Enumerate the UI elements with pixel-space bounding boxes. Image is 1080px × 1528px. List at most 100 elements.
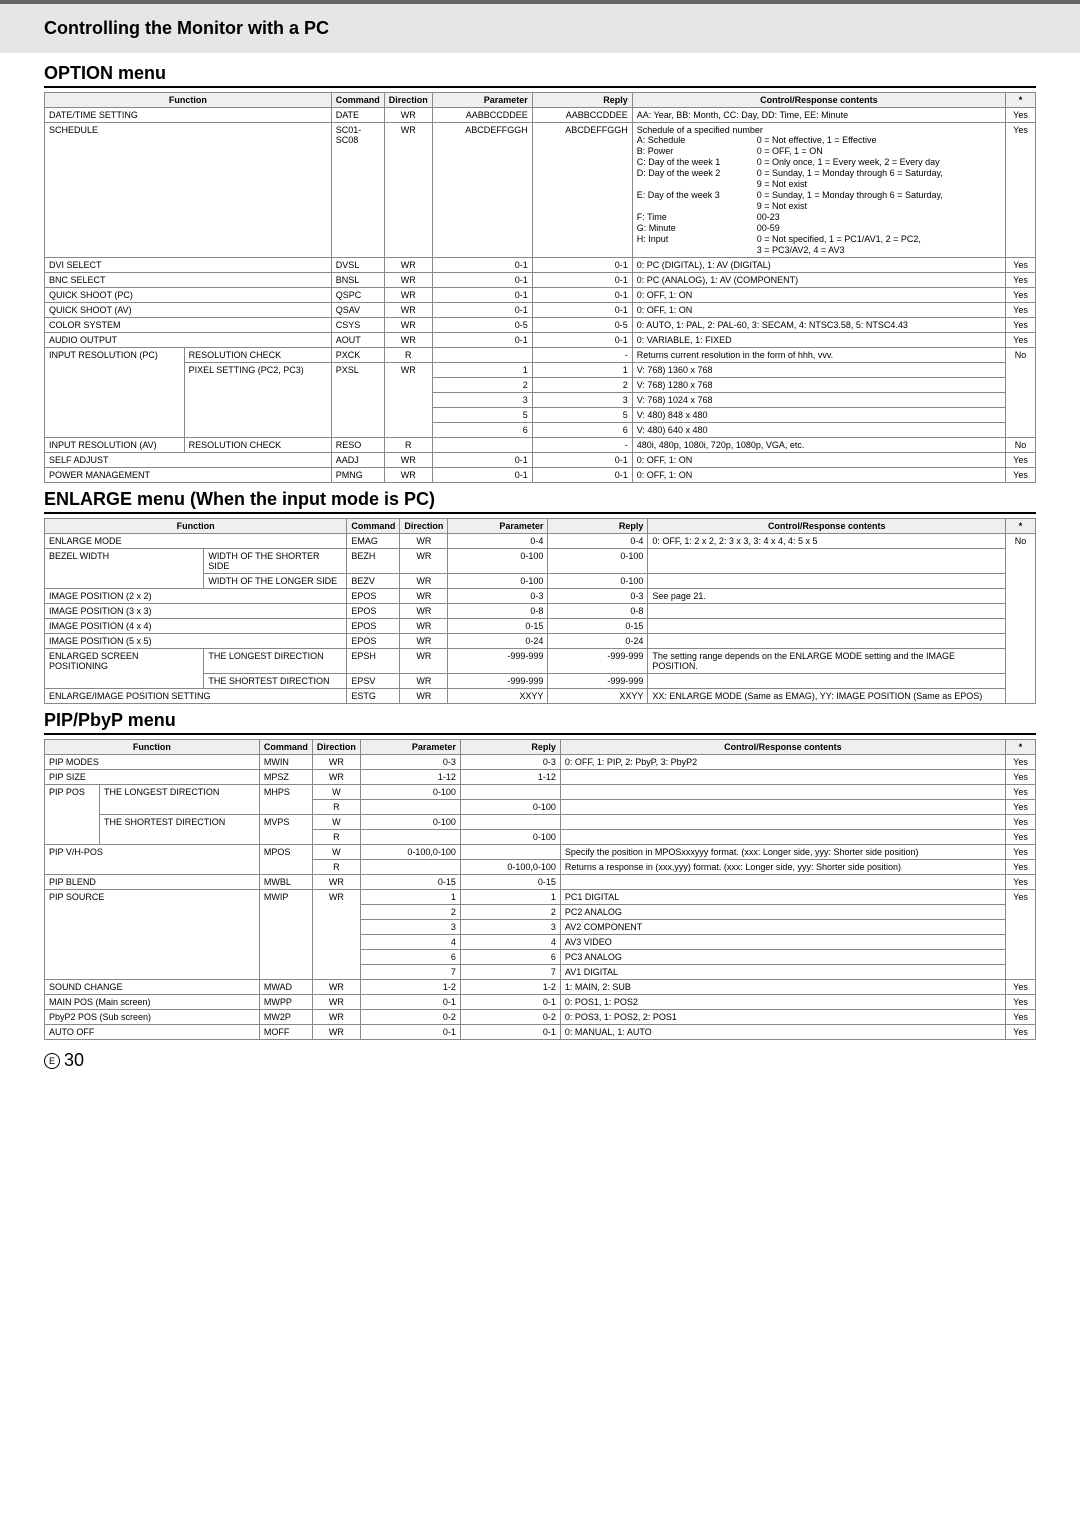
table-row: AUDIO OUTPUTAOUTWR0-10-10: VARIABLE, 1: … (45, 333, 1036, 348)
th-control: Control/Response contents (648, 519, 1006, 534)
table-row: DVI SELECTDVSLWR0-10-10: PC (DIGITAL), 1… (45, 258, 1036, 273)
cell: Yes (1006, 785, 1036, 800)
footer-e-badge: E (44, 1053, 60, 1069)
cell: Yes (1006, 303, 1036, 318)
th-function: Function (45, 93, 332, 108)
th-control: Control/Response contents (632, 93, 1005, 108)
cell: 0-1 (432, 468, 532, 483)
cell: No (1006, 534, 1036, 704)
cell: 6 (532, 423, 632, 438)
cell (360, 860, 460, 875)
cell: QUICK SHOOT (PC) (45, 288, 332, 303)
table-row: IMAGE POSITION (5 x 5)EPOSWR0-240-24 (45, 634, 1036, 649)
cell (560, 800, 1005, 815)
cell: WR (400, 674, 448, 689)
cell: BNSL (331, 273, 384, 288)
cell: EPSV (347, 674, 400, 689)
cell: MWPP (259, 995, 312, 1010)
table-row: INPUT RESOLUTION (PC)RESOLUTION CHECKPXC… (45, 348, 1036, 363)
cell: 0-1 (432, 303, 532, 318)
cell: BEZEL WIDTH (45, 549, 204, 589)
cell: EPOS (347, 634, 400, 649)
cell: 1 (432, 363, 532, 378)
cell: XXYY (548, 689, 648, 704)
cell: Returns a response in (xxx,yyy) format. … (560, 860, 1005, 875)
cell: 1: MAIN, 2: SUB (560, 980, 1005, 995)
table-row: PIP BLENDMWBLWR0-150-15Yes (45, 875, 1036, 890)
cell: IMAGE POSITION (5 x 5) (45, 634, 347, 649)
cell (432, 348, 532, 363)
cell: 0-1 (532, 333, 632, 348)
cell: V: 480) 640 x 480 (632, 423, 1005, 438)
cell: MAIN POS (Main screen) (45, 995, 260, 1010)
cell: Yes (1006, 453, 1036, 468)
cell: 0-1 (532, 273, 632, 288)
cell: 0-100 (360, 785, 460, 800)
cell: PIP SOURCE (45, 890, 260, 980)
cell: DATE/TIME SETTING (45, 108, 332, 123)
cell: AV1 DIGITAL (560, 965, 1005, 980)
cell: 0-15 (448, 619, 548, 634)
cell: PXCK (331, 348, 384, 363)
cell: 2 (532, 378, 632, 393)
cell: 0-24 (548, 634, 648, 649)
cell: BEZV (347, 574, 400, 589)
cell: PIP BLEND (45, 875, 260, 890)
cell: 6 (360, 950, 460, 965)
cell: 3 (460, 920, 560, 935)
cell: WR (312, 995, 360, 1010)
cell: 0: OFF, 1: ON (632, 303, 1005, 318)
cell: WR (384, 288, 432, 303)
cell: 0-1 (460, 995, 560, 1010)
cell: WR (400, 534, 448, 549)
th-command: Command (259, 740, 312, 755)
cell: 0-5 (532, 318, 632, 333)
cell: MOFF (259, 1025, 312, 1040)
cell: No (1006, 438, 1036, 453)
cell: 0-100 (448, 549, 548, 574)
cell: INPUT RESOLUTION (AV) (45, 438, 185, 453)
cell: 0-3 (448, 589, 548, 604)
cell: Specify the position in MPOSxxxyyy forma… (560, 845, 1005, 860)
cell: 2 (432, 378, 532, 393)
cell: 0: PC (DIGITAL), 1: AV (DIGITAL) (632, 258, 1005, 273)
cell: MPOS (259, 845, 312, 875)
th-star: * (1006, 740, 1036, 755)
cell: RESOLUTION CHECK (184, 438, 331, 453)
section-option-title: OPTION menu (44, 63, 1036, 88)
cell: 0-4 (548, 534, 648, 549)
cell: PIXEL SETTING (PC2, PC3) (184, 363, 331, 438)
cell: Yes (1006, 995, 1036, 1010)
cell: THE LONGEST DIRECTION (204, 649, 347, 674)
cell: ENLARGE/IMAGE POSITION SETTING (45, 689, 347, 704)
th-command: Command (347, 519, 400, 534)
cell: R (312, 830, 360, 845)
th-star: * (1006, 93, 1036, 108)
cell (560, 815, 1005, 830)
cell: See page 21. (648, 589, 1006, 604)
cell: Yes (1006, 288, 1036, 303)
cell: 0-2 (460, 1010, 560, 1025)
cell: INPUT RESOLUTION (PC) (45, 348, 185, 438)
cell: WR (312, 770, 360, 785)
cell: 0-3 (360, 755, 460, 770)
cell: PIP POS (45, 785, 100, 845)
cell (560, 875, 1005, 890)
th-parameter: Parameter (448, 519, 548, 534)
cell: R (384, 348, 432, 363)
cell: Yes (1006, 800, 1036, 815)
cell: 0: AUTO, 1: PAL, 2: PAL-60, 3: SECAM, 4:… (632, 318, 1005, 333)
cell: 0-5 (432, 318, 532, 333)
cell: AABBCCDDEE (532, 108, 632, 123)
section-enlarge-title: ENLARGE menu (When the input mode is PC) (44, 489, 1036, 514)
th-command: Command (331, 93, 384, 108)
cell: WR (384, 333, 432, 348)
cell: PC2 ANALOG (560, 905, 1005, 920)
table-row: QUICK SHOOT (AV)QSAVWR0-10-10: OFF, 1: O… (45, 303, 1036, 318)
page-header: Controlling the Monitor with a PC (0, 0, 1080, 53)
cell: MWAD (259, 980, 312, 995)
th-star: * (1006, 519, 1036, 534)
cell: WR (384, 108, 432, 123)
cell (460, 815, 560, 830)
cell: EPSH (347, 649, 400, 674)
